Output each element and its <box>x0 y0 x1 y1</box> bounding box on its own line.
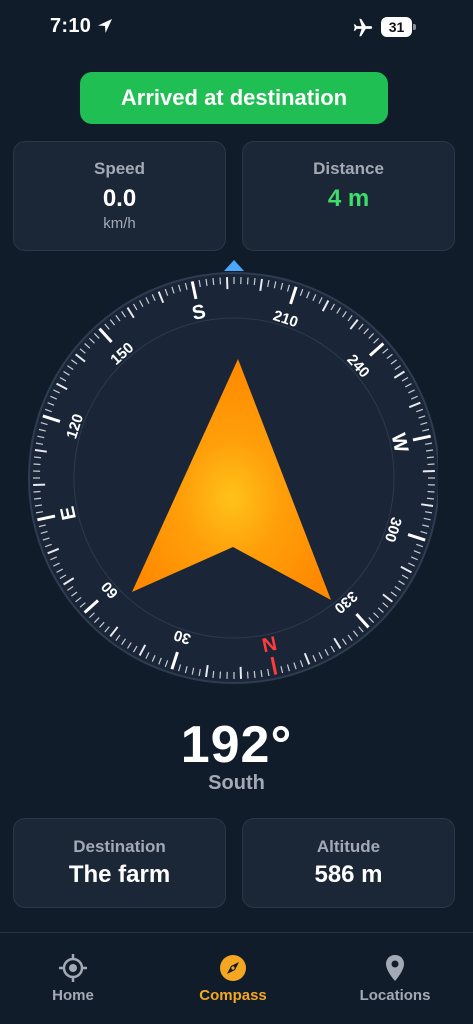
destination-label: Destination <box>73 837 166 856</box>
tab-bar: Home Compass Locations <box>0 932 473 1024</box>
speed-label: Speed <box>93 159 146 178</box>
heading-marker-icon <box>224 260 244 271</box>
distance-label: Distance <box>313 159 384 178</box>
distance-value: 4 m <box>327 185 370 212</box>
altitude-card: Altitude 586 m <box>242 818 455 908</box>
arrived-banner: Arrived at destination <box>80 72 388 124</box>
dial-tick <box>253 670 256 678</box>
destination-card[interactable]: Destination The farm <box>13 818 226 908</box>
tab-home[interactable]: Home <box>13 953 133 1004</box>
dial-tick <box>34 456 42 459</box>
battery-level: 31 <box>381 17 412 37</box>
heading-direction: South <box>208 772 265 794</box>
dial-tick <box>212 670 215 678</box>
crosshair-icon <box>59 954 87 982</box>
destination-value: The farm <box>68 861 171 888</box>
compass-screen: 7:10 31 Arrived at destination Speed 0.0… <box>0 0 473 1024</box>
battery-tip <box>413 24 416 30</box>
tab-locations[interactable]: Locations <box>335 953 455 1004</box>
status-bar: 7:10 31 <box>0 0 473 56</box>
airplane-icon <box>353 18 373 37</box>
tab-compass[interactable]: Compass <box>173 953 293 1004</box>
dial-tick <box>426 456 434 459</box>
tab-compass-label: Compass <box>199 987 267 1004</box>
dial-tick <box>212 278 215 286</box>
location-arrow-icon <box>98 19 112 33</box>
dial-tick <box>253 278 256 286</box>
tab-home-label: Home <box>52 987 94 1004</box>
speed-unit: km/h <box>103 215 136 232</box>
compass-svg: NESW3060120150210240300330 <box>28 260 438 684</box>
heading-degrees: 192° <box>180 716 293 774</box>
battery-indicator: 31 <box>381 17 416 37</box>
compass-icon <box>220 955 246 981</box>
altitude-value: 586 m <box>314 861 383 888</box>
altitude-label: Altitude <box>316 837 381 856</box>
compass-dial: N E S W 30 60 120 150 210 240 300 330 <box>28 252 438 692</box>
distance-card: Distance 4 m <box>242 141 455 251</box>
status-time: 7:10 <box>50 15 92 37</box>
speed-value: 0.0 <box>102 185 137 212</box>
dial-tick <box>34 497 42 500</box>
tab-locations-label: Locations <box>359 987 431 1004</box>
speed-card: Speed 0.0 km/h <box>13 141 226 251</box>
map-pin-icon <box>386 955 404 981</box>
dial-tick <box>426 497 434 500</box>
